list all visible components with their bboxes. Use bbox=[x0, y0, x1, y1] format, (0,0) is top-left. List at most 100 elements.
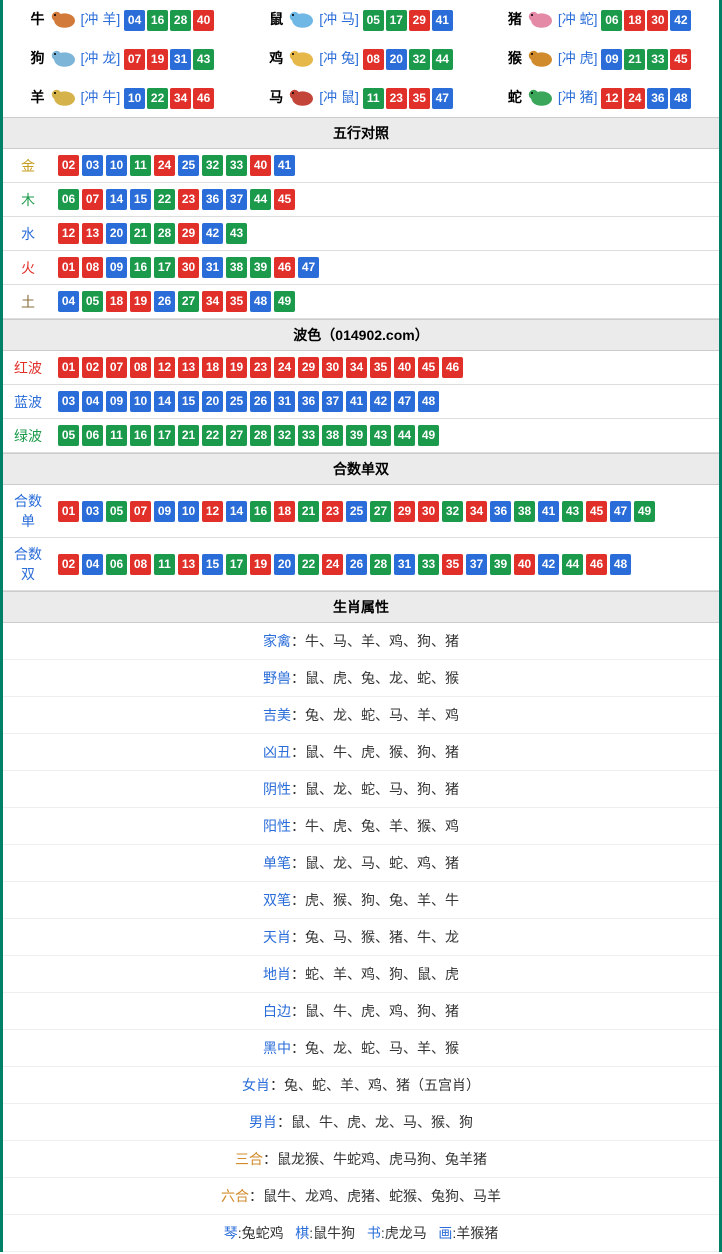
attr-row: 野兽：鼠、虎、兔、龙、蛇、猴 bbox=[3, 660, 719, 697]
number-ball: 29 bbox=[409, 10, 430, 31]
row-balls: 02031011242532334041 bbox=[53, 149, 719, 183]
number-ball: 37 bbox=[322, 391, 343, 412]
table-row: 水 1213202128294243 bbox=[3, 217, 719, 251]
zodiac-balls: 10223446 bbox=[124, 88, 214, 109]
attr-value: ：兔、马、猴、猪、牛、龙 bbox=[291, 929, 459, 945]
number-ball: 37 bbox=[466, 554, 487, 575]
number-ball: 47 bbox=[394, 391, 415, 412]
number-ball: 23 bbox=[178, 189, 199, 210]
number-ball: 41 bbox=[346, 391, 367, 412]
attr-value: ：鼠、虎、兔、龙、蛇、猴 bbox=[291, 670, 459, 686]
heshu-header: 合数单双 bbox=[3, 453, 719, 485]
shengxiao-rows: 家禽：牛、马、羊、鸡、狗、猪野兽：鼠、虎、兔、龙、蛇、猴吉美：兔、龙、蛇、马、羊… bbox=[3, 623, 719, 1215]
number-ball: 28 bbox=[154, 223, 175, 244]
attr-row: 吉美：兔、龙、蛇、马、羊、鸡 bbox=[3, 697, 719, 734]
attr-row: 单笔：鼠、龙、马、蛇、鸡、猪 bbox=[3, 845, 719, 882]
number-ball: 20 bbox=[202, 391, 223, 412]
number-ball: 29 bbox=[178, 223, 199, 244]
number-ball: 08 bbox=[130, 357, 151, 378]
number-ball: 18 bbox=[624, 10, 645, 31]
attr-value: ：兔、蛇、羊、鸡、猪（五宫肖） bbox=[270, 1077, 480, 1093]
number-ball: 15 bbox=[178, 391, 199, 412]
attr-value: ：虎、猴、狗、兔、羊、牛 bbox=[291, 892, 459, 908]
number-ball: 06 bbox=[58, 189, 79, 210]
attr-label: 黑中 bbox=[263, 1040, 291, 1056]
zodiac-cell-rat: 鼠 [冲 马] 05172941 bbox=[242, 0, 481, 39]
number-ball: 21 bbox=[130, 223, 151, 244]
number-ball: 36 bbox=[490, 501, 511, 522]
row-balls: 06071415222336374445 bbox=[53, 183, 719, 217]
number-ball: 17 bbox=[154, 425, 175, 446]
zodiac-balls: 11233547 bbox=[363, 88, 453, 109]
row-balls: 1213202128294243 bbox=[53, 217, 719, 251]
number-ball: 31 bbox=[202, 257, 223, 278]
pig-icon bbox=[524, 7, 556, 31]
footer-label: 棋 bbox=[295, 1225, 309, 1241]
number-ball: 05 bbox=[82, 291, 103, 312]
number-ball: 36 bbox=[647, 88, 668, 109]
footer-label: 琴 bbox=[224, 1225, 238, 1241]
attr-label: 男肖 bbox=[249, 1114, 277, 1130]
number-ball: 10 bbox=[124, 88, 145, 109]
footer-value: :兔蛇鸡 bbox=[238, 1225, 284, 1241]
table-row: 金 02031011242532334041 bbox=[3, 149, 719, 183]
shengxiao-footer: 琴:兔蛇鸡 棋:鼠牛狗 书:虎龙马 画:羊猴猪 bbox=[3, 1215, 719, 1252]
zodiac-cell-dog: 狗 [冲 龙] 07193143 bbox=[3, 39, 242, 78]
number-ball: 20 bbox=[106, 223, 127, 244]
number-ball: 20 bbox=[386, 49, 407, 70]
zodiac-chong: [冲 牛] bbox=[81, 87, 121, 107]
number-ball: 47 bbox=[298, 257, 319, 278]
row-balls: 0108091617303138394647 bbox=[53, 251, 719, 285]
number-ball: 18 bbox=[106, 291, 127, 312]
goat-icon bbox=[47, 85, 79, 109]
number-ball: 16 bbox=[250, 501, 271, 522]
attr-label: 双笔 bbox=[263, 892, 291, 908]
attr-value: ：鼠龙猴、牛蛇鸡、虎马狗、兔羊猪 bbox=[263, 1151, 487, 1167]
row-balls: 0102070812131819232429303435404546 bbox=[53, 351, 719, 385]
number-ball: 06 bbox=[106, 554, 127, 575]
number-ball: 36 bbox=[202, 189, 223, 210]
number-ball: 39 bbox=[250, 257, 271, 278]
number-ball: 23 bbox=[322, 501, 343, 522]
attr-value: ：鼠牛、龙鸡、虎猪、蛇猴、兔狗、马羊 bbox=[249, 1188, 501, 1204]
row-label: 火 bbox=[3, 251, 53, 285]
number-ball: 46 bbox=[274, 257, 295, 278]
number-ball: 24 bbox=[322, 554, 343, 575]
table-row: 蓝波 03040910141520252631363741424748 bbox=[3, 385, 719, 419]
number-ball: 43 bbox=[370, 425, 391, 446]
attr-row: 三合：鼠龙猴、牛蛇鸡、虎马狗、兔羊猪 bbox=[3, 1141, 719, 1178]
attr-value: ：兔、龙、蛇、马、羊、鸡 bbox=[291, 707, 459, 723]
number-ball: 30 bbox=[418, 501, 439, 522]
number-ball: 42 bbox=[670, 10, 691, 31]
number-ball: 03 bbox=[82, 501, 103, 522]
table-row: 绿波 05061116172122272832333839434449 bbox=[3, 419, 719, 453]
number-ball: 09 bbox=[154, 501, 175, 522]
number-ball: 18 bbox=[274, 501, 295, 522]
zodiac-name: 马 bbox=[269, 87, 283, 107]
number-ball: 14 bbox=[106, 189, 127, 210]
footer-value: :虎龙马 bbox=[381, 1225, 427, 1241]
bose-header: 波色（014902.com） bbox=[3, 319, 719, 351]
number-ball: 42 bbox=[370, 391, 391, 412]
number-ball: 34 bbox=[346, 357, 367, 378]
row-label: 土 bbox=[3, 285, 53, 319]
attr-value: ：鼠、龙、马、蛇、鸡、猪 bbox=[291, 855, 459, 871]
number-ball: 08 bbox=[130, 554, 151, 575]
number-ball: 09 bbox=[106, 391, 127, 412]
row-label: 合数单 bbox=[3, 485, 53, 538]
zodiac-cell-monkey: 猴 [冲 虎] 09213345 bbox=[480, 39, 719, 78]
number-ball: 22 bbox=[147, 88, 168, 109]
number-ball: 34 bbox=[202, 291, 223, 312]
zodiac-grid: 牛 [冲 羊] 04162840 鼠 [冲 马] 05172941 猪 [冲 蛇… bbox=[3, 0, 719, 117]
number-ball: 28 bbox=[170, 10, 191, 31]
number-ball: 03 bbox=[82, 155, 103, 176]
number-ball: 05 bbox=[363, 10, 384, 31]
number-ball: 18 bbox=[202, 357, 223, 378]
number-ball: 01 bbox=[58, 257, 79, 278]
number-ball: 05 bbox=[106, 501, 127, 522]
row-label: 水 bbox=[3, 217, 53, 251]
zodiac-name: 猴 bbox=[508, 48, 522, 68]
horse-icon bbox=[285, 85, 317, 109]
zodiac-balls: 05172941 bbox=[363, 10, 453, 31]
zodiac-chong: [冲 羊] bbox=[81, 9, 121, 29]
